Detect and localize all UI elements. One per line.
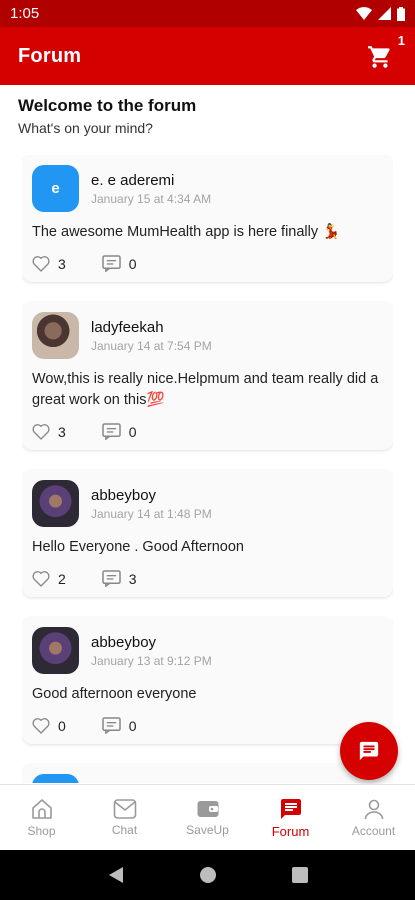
avatar[interactable]: e [32, 165, 79, 212]
heart-icon [32, 718, 50, 734]
forum-post[interactable]: t toundereni [22, 764, 393, 783]
post-text[interactable]: The awesome MumHealth app is here finall… [32, 222, 383, 243]
welcome-subtitle: What's on your mind? [18, 120, 153, 136]
nav-label: Forum [271, 823, 310, 839]
nav-label: Chat [111, 823, 138, 837]
nav-item-saveup[interactable]: SaveUp [166, 785, 249, 850]
nav-label: Shop [27, 824, 56, 838]
like-count: 3 [58, 255, 66, 272]
battery-icon [397, 6, 405, 21]
chat-icon [113, 799, 136, 819]
heart-icon [32, 256, 50, 272]
forum-post[interactable]: abbeyboy January 14 at 1:48 PM Hello Eve… [22, 470, 393, 597]
heart-icon [32, 571, 50, 587]
status-icons [356, 6, 405, 21]
avatar[interactable] [32, 627, 79, 674]
post-date: January 14 at 1:48 PM [91, 506, 212, 521]
comment-count: 3 [128, 570, 137, 587]
post-author[interactable]: e. e aderemi [91, 172, 211, 189]
app-bar: Forum 1 [0, 27, 415, 85]
forum-icon [280, 798, 301, 819]
avatar[interactable] [32, 312, 79, 359]
wifi-icon [356, 7, 372, 20]
nav-item-chat[interactable]: Chat [83, 785, 166, 850]
status-bar: 1:05 [0, 0, 415, 27]
wallet-icon [197, 801, 218, 817]
post-text[interactable]: Hello Everyone . Good Afternoon [32, 537, 383, 558]
like-button[interactable]: 0 [32, 717, 66, 734]
welcome-header: Welcome to the forum What's on your mind… [18, 96, 196, 136]
recents-icon[interactable] [291, 867, 308, 883]
comment-button[interactable]: 0 [102, 717, 137, 734]
comment-button[interactable]: 3 [102, 570, 137, 587]
like-count: 3 [58, 423, 66, 440]
status-time: 1:05 [10, 5, 40, 22]
nav-item-shop[interactable]: Shop [0, 785, 83, 850]
forum-post[interactable]: abbeyboy January 13 at 9:12 PM Good afte… [22, 617, 393, 744]
forum-feed[interactable]: e e. e aderemi January 15 at 4:34 AM The… [22, 155, 393, 783]
heart-icon [32, 424, 50, 440]
forum-post[interactable]: e e. e aderemi January 15 at 4:34 AM The… [22, 155, 393, 282]
comment-icon [102, 423, 121, 440]
nav-item-account[interactable]: Account [332, 785, 415, 850]
cart-count-badge: 1 [397, 33, 405, 48]
comment-count: 0 [128, 423, 137, 440]
nav-item-forum[interactable]: Forum [249, 785, 332, 850]
back-icon[interactable] [108, 866, 124, 884]
post-text[interactable]: Good afternoon everyone [32, 684, 383, 705]
comment-icon [102, 570, 121, 587]
post-date: January 14 at 7:54 PM [91, 338, 212, 353]
cart-button[interactable]: 1 [367, 33, 405, 71]
comment-count: 0 [128, 255, 137, 272]
like-button[interactable]: 3 [32, 423, 66, 440]
nav-label: SaveUp [186, 823, 229, 837]
like-button[interactable]: 3 [32, 255, 66, 272]
comment-count: 0 [128, 717, 137, 734]
forum-post[interactable]: ladyfeekah January 14 at 7:54 PM Wow,thi… [22, 302, 393, 450]
cart-icon [368, 46, 390, 68]
bottom-nav: Shop Chat SaveUp Forum Account [0, 784, 415, 850]
like-button[interactable]: 2 [32, 570, 66, 587]
like-count: 0 [58, 717, 66, 734]
post-text[interactable]: Wow,this is really nice.Helpmum and team… [32, 369, 383, 411]
comment-button[interactable]: 0 [102, 423, 137, 440]
nav-label: Account [351, 824, 396, 838]
system-nav-bar [0, 850, 415, 900]
shop-icon [31, 799, 52, 819]
post-author[interactable]: ladyfeekah [91, 319, 212, 336]
home-icon[interactable] [199, 866, 217, 884]
welcome-title: Welcome to the forum [18, 96, 197, 115]
comment-icon [102, 717, 121, 734]
avatar[interactable]: t [32, 774, 79, 783]
post-date: January 15 at 4:34 AM [91, 191, 212, 206]
signal-icon [378, 7, 391, 20]
message-icon [359, 741, 379, 761]
comment-icon [102, 255, 121, 272]
new-post-button[interactable] [340, 722, 398, 780]
post-author[interactable]: abbeyboy [91, 634, 212, 651]
post-date: January 13 at 9:12 PM [91, 653, 212, 668]
comment-button[interactable]: 0 [102, 255, 137, 272]
like-count: 2 [58, 570, 66, 587]
account-icon [364, 799, 383, 820]
post-author[interactable]: abbeyboy [91, 487, 212, 504]
avatar[interactable] [32, 480, 79, 527]
page-title: Forum [18, 44, 82, 67]
